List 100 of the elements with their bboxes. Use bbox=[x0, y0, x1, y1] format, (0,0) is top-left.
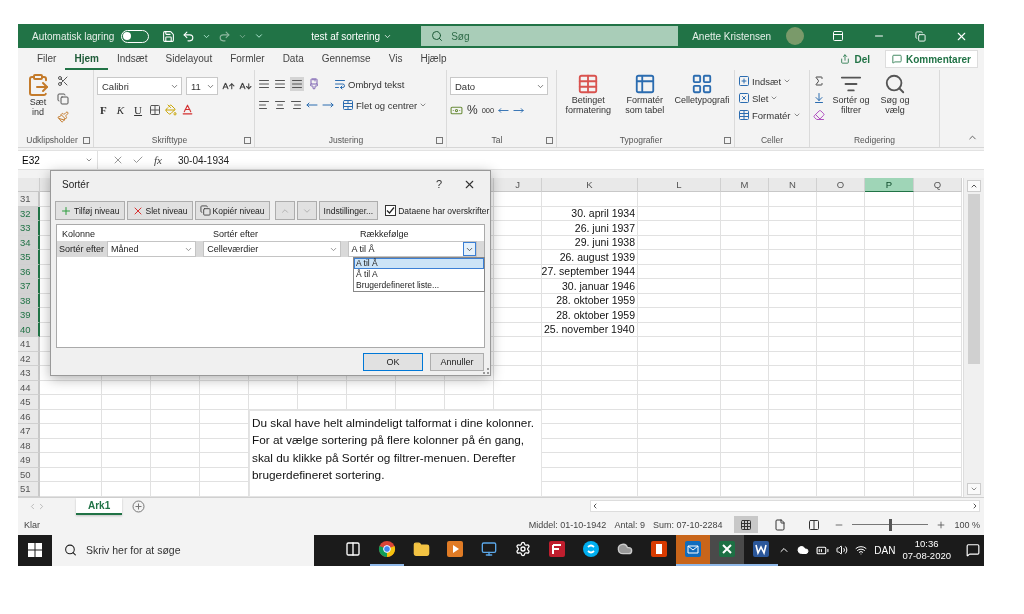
customize-caret-icon[interactable] bbox=[254, 31, 265, 41]
table-cell[interactable] bbox=[914, 395, 962, 410]
table-cell[interactable] bbox=[542, 351, 638, 366]
table-cell[interactable] bbox=[865, 337, 914, 352]
table-cell[interactable] bbox=[865, 308, 914, 323]
table-cell[interactable] bbox=[865, 250, 914, 265]
toolbar-button[interactable]: Tilføj niveau bbox=[55, 201, 125, 220]
table-cell[interactable] bbox=[102, 409, 151, 424]
dialog-launcher-icon[interactable] bbox=[436, 136, 443, 144]
table-cell[interactable] bbox=[865, 424, 914, 439]
table-cell[interactable] bbox=[914, 453, 962, 468]
ribbon-tab[interactable]: Hjælp bbox=[411, 48, 456, 70]
table-cell[interactable] bbox=[638, 467, 721, 482]
table-cell[interactable]: 30. april 1934 bbox=[542, 206, 638, 221]
table-cell[interactable] bbox=[151, 467, 200, 482]
table-cell[interactable] bbox=[638, 366, 721, 381]
table-cell[interactable] bbox=[817, 206, 865, 221]
scrollbar-thumb[interactable] bbox=[968, 194, 980, 364]
options-button[interactable]: Indstillinger... bbox=[318, 201, 379, 220]
middle-align-icon[interactable] bbox=[274, 78, 286, 90]
table-cell[interactable] bbox=[817, 337, 865, 352]
table-cell[interactable] bbox=[914, 206, 962, 221]
table-cell[interactable] bbox=[494, 293, 542, 308]
table-cell[interactable] bbox=[151, 380, 200, 395]
row-header[interactable]: 39 bbox=[18, 308, 40, 323]
undo-icon[interactable] bbox=[182, 29, 196, 43]
table-cell[interactable] bbox=[249, 380, 298, 395]
table-cell[interactable] bbox=[769, 482, 817, 497]
table-cell[interactable] bbox=[721, 395, 769, 410]
table-cell[interactable] bbox=[769, 235, 817, 250]
row-header[interactable]: 37 bbox=[18, 279, 40, 294]
align-right-icon[interactable] bbox=[290, 99, 302, 111]
table-cell[interactable] bbox=[151, 453, 200, 468]
table-cell[interactable] bbox=[865, 322, 914, 337]
table-cell[interactable] bbox=[865, 221, 914, 236]
table-cell[interactable] bbox=[914, 308, 962, 323]
table-cell[interactable] bbox=[721, 235, 769, 250]
zoom-level[interactable]: 100 % bbox=[954, 519, 980, 530]
cloud-icon[interactable] bbox=[797, 544, 810, 556]
table-cell[interactable] bbox=[102, 438, 151, 453]
table-cell[interactable] bbox=[914, 322, 962, 337]
format-cells-button[interactable]: Formatér bbox=[738, 109, 801, 121]
row-header[interactable]: 47 bbox=[18, 424, 40, 439]
table-cell[interactable] bbox=[721, 264, 769, 279]
table-cell[interactable] bbox=[445, 380, 494, 395]
table-cell[interactable] bbox=[769, 250, 817, 265]
table-cell[interactable] bbox=[721, 279, 769, 294]
table-cell[interactable] bbox=[817, 366, 865, 381]
function-label[interactable]: fx bbox=[154, 154, 162, 166]
ribbon-tab[interactable]: Data bbox=[273, 48, 313, 70]
table-cell[interactable] bbox=[769, 322, 817, 337]
toolbar-button[interactable]: Slet niveau bbox=[126, 201, 193, 220]
table-cell[interactable]: 26. juni 1937 bbox=[542, 221, 638, 236]
table-cell[interactable]: 28. oktober 1959 bbox=[542, 293, 638, 308]
top-align-icon[interactable] bbox=[258, 78, 270, 90]
column-header[interactable]: Q bbox=[914, 178, 962, 192]
table-cell[interactable] bbox=[914, 337, 962, 352]
eraser-icon[interactable] bbox=[813, 109, 825, 121]
table-cell[interactable] bbox=[721, 366, 769, 381]
align-left-icon[interactable] bbox=[258, 99, 270, 111]
notifications-icon[interactable] bbox=[966, 543, 980, 557]
scroll-up-button[interactable] bbox=[967, 180, 981, 192]
table-cell[interactable] bbox=[721, 206, 769, 221]
table-cell[interactable] bbox=[40, 395, 102, 410]
table-cell[interactable] bbox=[494, 366, 542, 381]
table-cell[interactable] bbox=[721, 409, 769, 424]
table-cell[interactable] bbox=[769, 206, 817, 221]
next-sheet-icon[interactable] bbox=[37, 501, 46, 511]
table-cell[interactable] bbox=[817, 322, 865, 337]
table-cell[interactable] bbox=[914, 467, 962, 482]
font-color-icon[interactable] bbox=[181, 103, 195, 116]
taskbar-search-field[interactable]: Skriv her for at søge bbox=[52, 534, 314, 566]
column-header[interactable]: L bbox=[638, 178, 721, 192]
share-button[interactable]: Del bbox=[833, 50, 877, 68]
table-cell[interactable] bbox=[102, 453, 151, 468]
table-cell[interactable] bbox=[542, 366, 638, 381]
table-cell[interactable] bbox=[914, 438, 962, 453]
table-cell[interactable] bbox=[817, 250, 865, 265]
search-field[interactable]: Søg bbox=[421, 26, 679, 46]
redo-icon[interactable] bbox=[218, 29, 232, 43]
table-cell[interactable] bbox=[638, 322, 721, 337]
table-cell[interactable] bbox=[865, 380, 914, 395]
language-indicator[interactable]: DAN bbox=[874, 544, 896, 556]
table-cell[interactable] bbox=[638, 351, 721, 366]
table-cell[interactable] bbox=[494, 221, 542, 236]
enter-icon[interactable] bbox=[132, 154, 144, 166]
table-cell[interactable] bbox=[914, 351, 962, 366]
table-cell[interactable] bbox=[638, 264, 721, 279]
column-header[interactable]: K bbox=[542, 178, 638, 192]
table-cell[interactable] bbox=[102, 380, 151, 395]
table-cell[interactable] bbox=[638, 279, 721, 294]
table-cell[interactable] bbox=[817, 221, 865, 236]
fill-down-icon[interactable] bbox=[813, 92, 825, 104]
table-cell[interactable] bbox=[817, 264, 865, 279]
table-cell[interactable] bbox=[721, 192, 769, 207]
ribbon-tab[interactable]: Indsæt bbox=[107, 48, 157, 70]
table-cell[interactable] bbox=[638, 395, 721, 410]
cancel-button[interactable]: Annuller bbox=[430, 353, 484, 371]
table-cell[interactable] bbox=[817, 308, 865, 323]
table-cell[interactable] bbox=[817, 482, 865, 497]
